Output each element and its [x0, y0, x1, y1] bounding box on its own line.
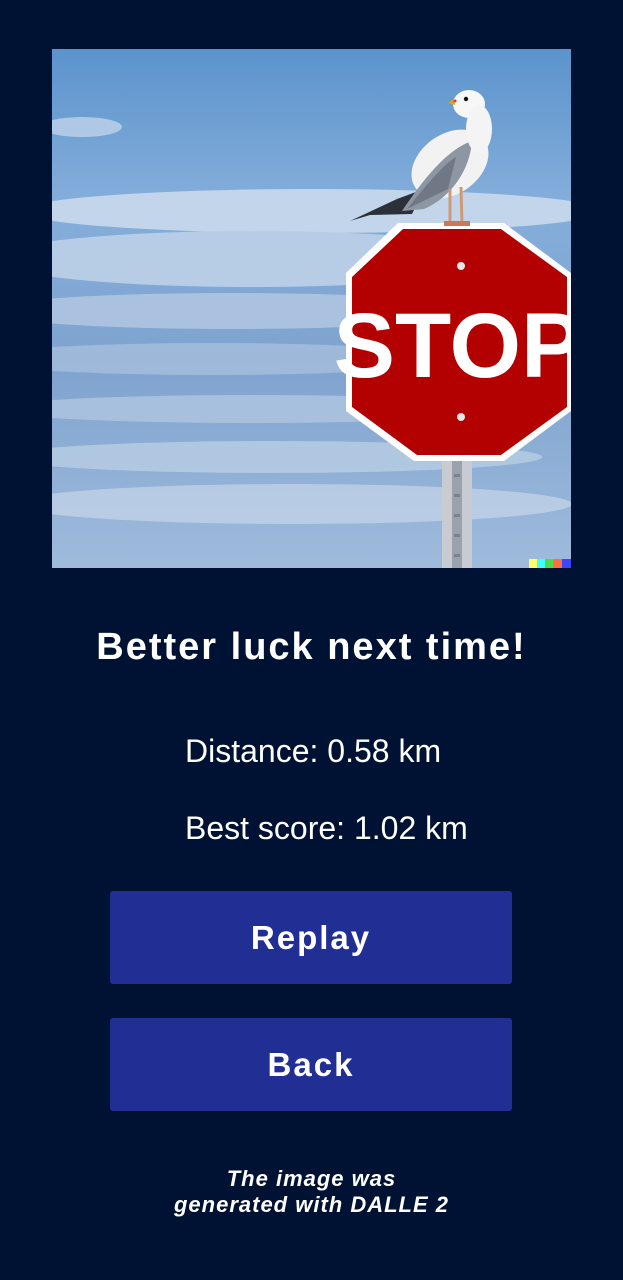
- credit-line-1: The image was: [226, 1166, 397, 1191]
- result-headline: Better luck next time!: [96, 626, 527, 668]
- image-credit: The image was generated with DALLE 2: [0, 1166, 623, 1218]
- distance-text: Distance: 0.58 km: [185, 733, 442, 769]
- stop-sign-text: STOP: [334, 295, 571, 397]
- best-score-text: Best score: 1.02 km: [185, 810, 468, 846]
- dalle-watermark: [529, 559, 571, 568]
- replay-button[interactable]: Replay: [110, 891, 512, 984]
- back-button[interactable]: Back: [110, 1018, 512, 1111]
- game-image: STOP: [52, 49, 571, 568]
- credit-line-2: generated with DALLE 2: [173, 1192, 450, 1217]
